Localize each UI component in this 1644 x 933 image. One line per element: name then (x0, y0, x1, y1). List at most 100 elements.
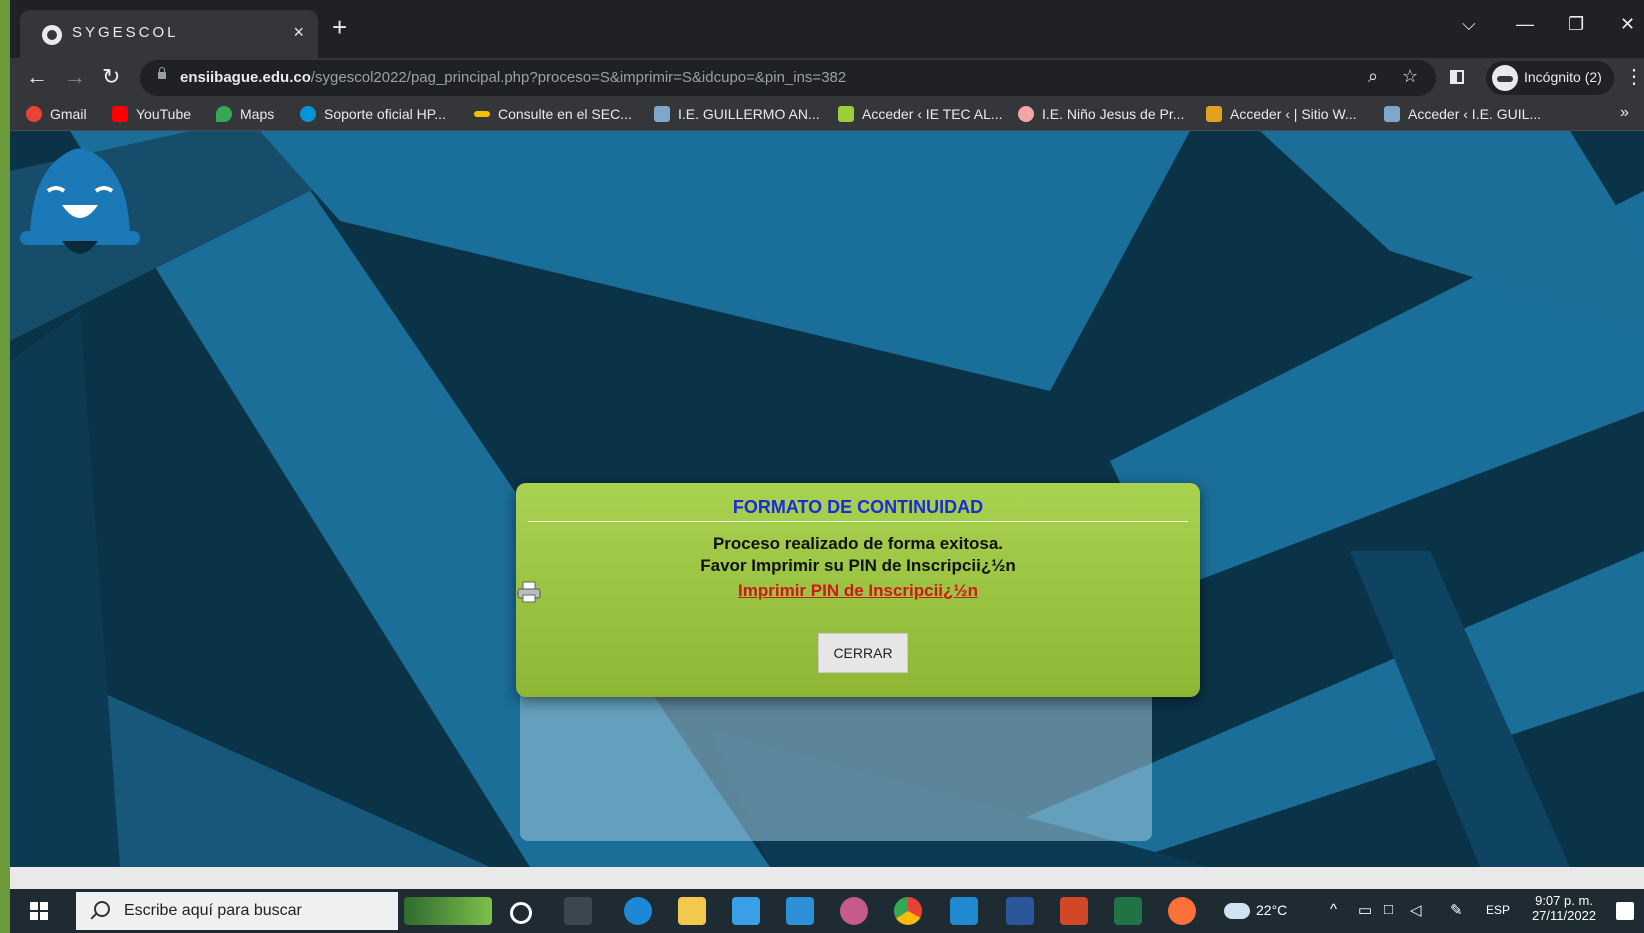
clock[interactable]: 9:07 p. m. 27/11/2022 (1526, 893, 1602, 923)
bookmark-label: Acceder ‹ I.E. GUIL... (1408, 106, 1542, 122)
incognito-label: Incógnito (2) (1524, 69, 1602, 85)
windows-taskbar: Escribe aquí para buscar 22°C ^ ▭ □ ◁ ✎ … (10, 889, 1644, 933)
bookmark-label: Soporte oficial HP... (324, 106, 446, 122)
site-icon (1206, 106, 1222, 122)
file-explorer-icon[interactable] (678, 897, 706, 925)
bookmark-sitio-web[interactable]: Acceder ‹ | Sitio W... (1206, 104, 1357, 124)
more-bookmarks-icon[interactable]: » (1620, 104, 1629, 122)
vscode-icon[interactable] (950, 897, 978, 925)
new-tab-button[interactable]: + (332, 14, 347, 40)
dialog-title: FORMATO DE CONTINUIDAD (732, 497, 984, 517)
youtube-icon (112, 106, 128, 122)
edge-icon[interactable] (624, 897, 652, 925)
bookmark-ie-nino-jesus[interactable]: I.E. Niño Jesus de Pr... (1018, 104, 1184, 124)
close-window-button[interactable]: ✕ (1620, 14, 1635, 35)
bookmark-gmail[interactable]: Gmail (26, 104, 87, 124)
google-icon (26, 106, 42, 122)
zoom-icon[interactable]: ⌕ (1368, 66, 1378, 87)
school-icon (838, 106, 854, 122)
search-icon (94, 901, 110, 917)
network-icon[interactable]: ▭ (1358, 901, 1372, 919)
bookmarks-bar: Gmail YouTube Maps Soporte oficial HP...… (10, 98, 1644, 131)
bookmark-youtube[interactable]: YouTube (112, 104, 191, 124)
horizontal-scrollbar[interactable] (10, 867, 1644, 889)
volume-icon[interactable]: ◁ (1410, 901, 1422, 919)
clock-time: 9:07 p. m. (1535, 893, 1593, 908)
search-highlight-icon[interactable] (404, 897, 492, 925)
page-content: FORMATO DE CONTINUIDAD Proceso realizado… (10, 131, 1644, 867)
url-text[interactable]: ensiibague.edu.co/sygescol2022/pag_princ… (180, 69, 846, 86)
taskbar-search[interactable]: Escribe aquí para buscar (76, 892, 398, 930)
success-message: Proceso realizado de forma exitosa. (712, 534, 1004, 553)
reload-icon[interactable]: ↻ (102, 64, 120, 90)
tab-sygescol[interactable]: SYGESCOL × (20, 10, 318, 58)
store-icon[interactable] (732, 897, 760, 925)
bookmark-label: I.E. GUILLERMO AN... (678, 106, 820, 122)
cortana-icon[interactable] (510, 902, 532, 924)
printer-icon[interactable] (516, 581, 542, 603)
incognito-icon (1492, 65, 1518, 91)
incognito-badge[interactable]: Incógnito (2) (1486, 61, 1614, 95)
bookmark-label: I.E. Niño Jesus de Pr... (1042, 106, 1185, 122)
task-view-icon[interactable] (564, 897, 592, 925)
bookmark-sec[interactable]: Consulte en el SEC... (474, 104, 632, 124)
bookmark-label: Acceder ‹ | Sitio W... (1230, 106, 1357, 122)
address-bar[interactable]: ensiibague.edu.co/sygescol2022/pag_princ… (140, 60, 1436, 96)
url-host: ensiibague.edu.co (180, 69, 311, 86)
weather-temp[interactable]: 22°C (1256, 902, 1287, 918)
url-path: /sygescol2022/pag_principal.php?proceso=… (310, 69, 847, 86)
clock-date: 27/11/2022 (1531, 908, 1597, 923)
tray-chevron-icon[interactable]: ^ (1330, 901, 1337, 918)
bell-mascot-icon (20, 148, 140, 254)
bookmark-maps[interactable]: Maps (216, 104, 274, 124)
bookmark-ie-guillermo[interactable]: I.E. GUILLERMO AN... (654, 104, 820, 124)
browser-window: SYGESCOL × + ⌵ — ❐ ✕ ← → ↻ ensiibague.ed… (10, 0, 1644, 933)
print-pin-link[interactable]: Imprimir PIN de Inscripcii¿½n (738, 581, 978, 600)
bookmark-ie-guil[interactable]: Acceder ‹ I.E. GUIL... (1384, 104, 1541, 124)
weather-cloud-icon[interactable] (1224, 903, 1250, 919)
bookmark-label: Maps (240, 106, 275, 122)
firefox-icon[interactable] (1168, 897, 1196, 925)
lock-icon[interactable] (158, 67, 166, 79)
notifications-icon[interactable] (1616, 902, 1634, 920)
bookmark-ie-tec[interactable]: Acceder ‹ IE TEC AL... (838, 104, 1003, 124)
language-indicator[interactable]: ESP (1486, 903, 1510, 917)
kebab-menu-icon[interactable]: ⋮ (1624, 64, 1644, 89)
word-icon[interactable] (1006, 897, 1034, 925)
app-icon[interactable] (840, 897, 868, 925)
windows-start-icon[interactable] (30, 902, 48, 920)
maps-pin-icon (216, 106, 232, 122)
tab-strip: SYGESCOL × + ⌵ — ❐ ✕ (10, 0, 1644, 58)
mail-icon[interactable] (786, 897, 814, 925)
close-tab-icon[interactable]: × (293, 22, 304, 43)
print-instruction: Favor Imprimir su PIN de Inscripcii¿½n (700, 556, 1016, 575)
excel-icon[interactable] (1114, 897, 1142, 925)
school-icon (1018, 106, 1034, 122)
sec-icon (474, 111, 490, 117)
continuity-dialog: FORMATO DE CONTINUIDAD Proceso realizado… (516, 483, 1200, 697)
minimize-button[interactable]: — (1516, 14, 1534, 35)
pen-icon[interactable]: ✎ (1450, 901, 1463, 919)
close-button[interactable]: CERRAR (818, 633, 908, 673)
powerpoint-icon[interactable] (1060, 897, 1088, 925)
bookmark-label: Consulte en el SEC... (498, 106, 632, 122)
restore-button[interactable]: ❐ (1568, 14, 1584, 35)
forward-arrow-icon[interactable]: → (64, 64, 86, 90)
bookmark-star-icon[interactable]: ☆ (1402, 66, 1418, 87)
school-icon (1384, 106, 1400, 122)
side-panel-icon[interactable] (1450, 70, 1464, 84)
hp-icon (300, 106, 316, 122)
back-arrow-icon[interactable]: ← (26, 64, 48, 90)
chrome-icon[interactable] (894, 897, 922, 925)
search-placeholder: Escribe aquí para buscar (124, 902, 302, 919)
bookmark-label: YouTube (136, 106, 192, 122)
tab-title: SYGESCOL (72, 24, 179, 41)
tab-search-icon[interactable]: ⌵ (1462, 14, 1476, 35)
print-row: Imprimir PIN de Inscripcii¿½n (516, 581, 1200, 603)
globe-icon (42, 25, 62, 45)
dialog-divider (528, 521, 1188, 522)
bookmark-label: Acceder ‹ IE TEC AL... (862, 106, 1003, 122)
display-icon[interactable]: □ (1384, 901, 1393, 918)
bookmark-hp[interactable]: Soporte oficial HP... (300, 104, 446, 124)
bookmark-label: Gmail (50, 106, 87, 122)
